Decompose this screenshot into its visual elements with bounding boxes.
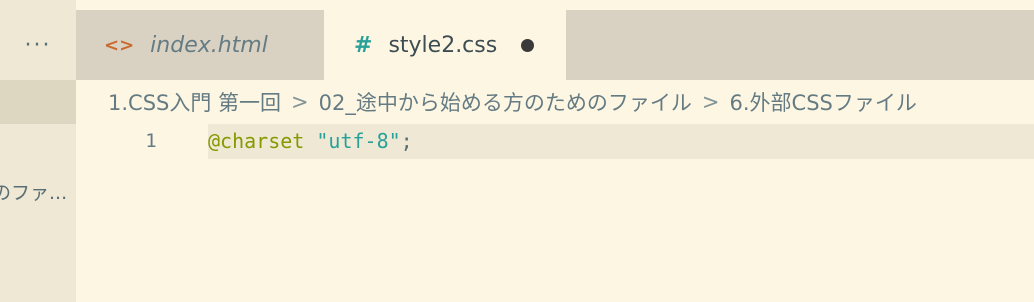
code-editor[interactable]: 1 @charset "utf-8"; (76, 124, 1034, 302)
line-number: 1 (145, 130, 157, 152)
string-token: "utf-8" (316, 129, 401, 153)
sidebar: ··· のファ... (0, 0, 76, 302)
chevron-right-icon: > (291, 90, 309, 114)
sidebar-file-item[interactable]: のファ... (0, 178, 76, 208)
semicolon-token: ; (400, 129, 413, 153)
tab-label: index.html (150, 32, 268, 58)
breadcrumb-item[interactable]: 6.外部CSSファイル (730, 87, 917, 117)
more-actions-icon[interactable]: ··· (0, 10, 76, 80)
breadcrumb-item[interactable]: 1.CSS入門 第一回 (108, 87, 281, 117)
html-code-icon: <> (104, 34, 135, 56)
editor-window: ··· のファ... <> index.html # style2.css 1.… (0, 0, 1034, 302)
chevron-right-icon: > (701, 90, 720, 114)
css-hash-icon: # (354, 32, 373, 58)
tab-style2-css[interactable]: # style2.css (324, 10, 566, 80)
tab-bar: <> index.html # style2.css (76, 10, 1034, 80)
sidebar-selected-row[interactable] (0, 80, 76, 124)
breadcrumb: 1.CSS入門 第一回 > 02_途中から始める方のためのファイル > 6.外部… (108, 86, 1034, 118)
breadcrumb-item[interactable]: 02_途中から始める方のためのファイル (319, 87, 692, 117)
tab-label: style2.css (388, 32, 498, 58)
code-line[interactable]: @charset "utf-8"; (208, 124, 413, 159)
unsaved-dot-icon[interactable] (521, 38, 535, 52)
at-rule-token: @charset (208, 129, 305, 153)
tab-index-html[interactable]: <> index.html (76, 10, 324, 80)
